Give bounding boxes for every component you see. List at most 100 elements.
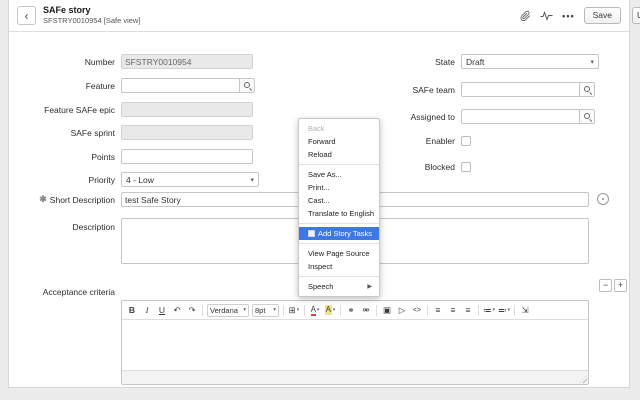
menu-separator [299, 223, 379, 224]
assigned-to-input[interactable] [461, 109, 580, 124]
code-view-icon[interactable]: <> [410, 304, 424, 317]
font-family-select[interactable]: Verdana▾ [207, 304, 249, 317]
safe-team-field [461, 82, 595, 97]
font-size-select[interactable]: 8pt▾ [252, 304, 279, 317]
editor-footer [122, 370, 588, 384]
chevron-down-icon: ▾ [250, 176, 254, 184]
toolbar-divider [283, 305, 284, 316]
fullscreen-icon[interactable]: ⇲ [518, 304, 532, 317]
collapse-button[interactable]: − [599, 279, 612, 292]
image-icon[interactable]: ▣ [380, 304, 394, 317]
expand-button[interactable]: + [614, 279, 627, 292]
safe-team-lookup-button[interactable] [580, 82, 595, 97]
media-icon[interactable]: ▷ [395, 304, 409, 317]
text-color-icon[interactable]: A▾ [308, 304, 322, 317]
feature-lookup-button[interactable] [240, 78, 255, 93]
acceptance-criteria-text-area[interactable] [122, 320, 588, 370]
redo-icon[interactable]: ↷ [185, 304, 199, 317]
menu-item-back: Back [299, 122, 379, 135]
editor-toolbar: B I U ↶ ↷ Verdana▾ 8pt▾ ⊞▾ A▾ A▾ ⚭ ⚮ ▣ ▷… [122, 301, 588, 320]
toolbar-divider [340, 305, 341, 316]
menu-item-save-as[interactable]: Save As... [299, 168, 379, 181]
search-icon [583, 85, 592, 94]
chevron-down-icon: ▾ [243, 307, 246, 313]
update-button[interactable]: Update [632, 7, 640, 24]
numbered-list-icon[interactable]: ≕▾ [497, 304, 511, 317]
attachment-icon[interactable] [520, 10, 531, 22]
underline-button[interactable]: U [155, 304, 169, 317]
menu-item-forward[interactable]: Forward [299, 135, 379, 148]
toolbar-divider [202, 305, 203, 316]
menu-separator [299, 243, 379, 244]
blocked-checkbox[interactable] [461, 162, 471, 172]
field-label-priority: Priority [9, 172, 115, 187]
feature-input[interactable] [121, 78, 240, 93]
state-select[interactable]: Draft ▾ [461, 54, 599, 69]
align-left-icon[interactable]: ≡ [431, 304, 445, 317]
field-label-points: Points [9, 149, 115, 164]
search-icon [243, 81, 252, 90]
field-label-safe-team: SAFe team [345, 82, 455, 97]
menu-item-view-page-source[interactable]: View Page Source [299, 247, 379, 260]
form-header: ‹ SAFe story SFSTRY0010954 [Safe view] •… [9, 0, 629, 32]
field-label-state: State [345, 54, 455, 69]
menu-separator [299, 164, 379, 165]
record-id: SFSTRY0010954 [Safe view] [43, 16, 140, 25]
points-field[interactable] [121, 149, 253, 164]
safe-sprint-field[interactable] [121, 125, 253, 140]
feature-safe-epic-field[interactable] [121, 102, 253, 117]
field-hint-icon[interactable] [597, 193, 609, 205]
save-button[interactable]: Save [584, 7, 621, 24]
header-actions: ••• Save [520, 7, 621, 24]
field-label-safe-sprint: SAFe sprint [9, 125, 115, 140]
toolbar-divider [478, 305, 479, 316]
menu-item-translate[interactable]: Translate to English [299, 207, 379, 220]
menu-item-inspect[interactable]: Inspect [299, 260, 379, 273]
menu-item-add-story-tasks[interactable]: Add Story Tasks [299, 227, 379, 240]
menu-item-reload[interactable]: Reload [299, 148, 379, 161]
number-field[interactable] [121, 54, 253, 69]
search-icon [583, 112, 592, 121]
submenu-arrow-icon: ▶ [367, 283, 372, 290]
feature-field [121, 78, 255, 93]
table-icon[interactable]: ⊞▾ [287, 304, 301, 317]
menu-item-speech[interactable]: Speech ▶ [299, 280, 379, 293]
chevron-down-icon: ▾ [273, 307, 276, 313]
safe-team-input[interactable] [461, 82, 580, 97]
acceptance-criteria-editor: B I U ↶ ↷ Verdana▾ 8pt▾ ⊞▾ A▾ A▾ ⚭ ⚮ ▣ ▷… [121, 300, 589, 385]
undo-icon[interactable]: ↶ [170, 304, 184, 317]
more-options-icon[interactable]: ••• [562, 11, 574, 21]
menu-item-print[interactable]: Print... [299, 181, 379, 194]
extension-icon [308, 230, 315, 237]
bullet-list-icon[interactable]: ≔▾ [482, 304, 496, 317]
resize-handle[interactable] [579, 375, 587, 383]
align-right-icon[interactable]: ≡ [461, 304, 475, 317]
menu-separator [299, 276, 379, 277]
align-center-icon[interactable]: ≡ [446, 304, 460, 317]
field-label-short-description: ✱ Short Description [9, 192, 115, 207]
assigned-to-lookup-button[interactable] [580, 109, 595, 124]
priority-select[interactable]: 4 - Low ▾ [121, 172, 259, 187]
chevron-down-icon: ▾ [590, 58, 594, 66]
activity-stream-icon[interactable] [540, 11, 553, 21]
background-color-icon[interactable]: A▾ [323, 304, 337, 317]
unlink-icon[interactable]: ⚮ [359, 304, 373, 317]
page-title: SAFe story [43, 5, 140, 16]
field-label-description: Description [9, 219, 115, 234]
context-menu: Back Forward Reload Save As... Print... … [298, 118, 380, 297]
enabler-checkbox[interactable] [461, 136, 471, 146]
field-label-number: Number [9, 54, 115, 69]
back-button[interactable]: ‹ [17, 6, 36, 25]
link-icon[interactable]: ⚭ [344, 304, 358, 317]
italic-button[interactable]: I [140, 304, 154, 317]
toolbar-divider [376, 305, 377, 316]
field-label-acceptance-criteria: Acceptance criteria [9, 284, 115, 299]
toolbar-divider [427, 305, 428, 316]
bold-button[interactable]: B [125, 304, 139, 317]
field-label-feature: Feature [9, 78, 115, 93]
required-icon: ✱ [39, 195, 47, 204]
title-block: SAFe story SFSTRY0010954 [Safe view] [43, 5, 140, 26]
menu-item-cast[interactable]: Cast... [299, 194, 379, 207]
toolbar-divider [304, 305, 305, 316]
toolbar-divider [514, 305, 515, 316]
